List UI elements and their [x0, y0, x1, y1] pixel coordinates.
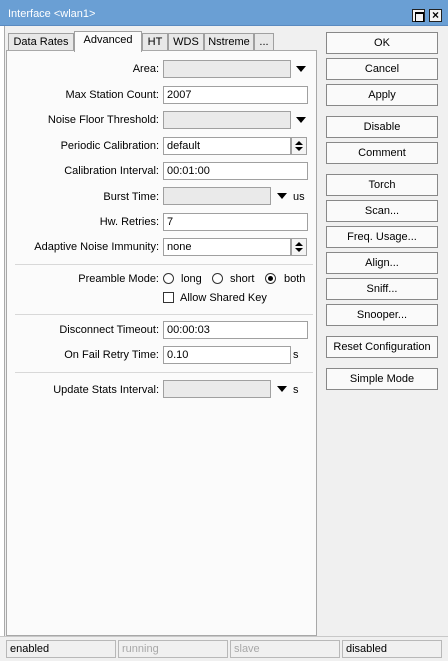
disconnect-timeout-input[interactable]: 00:00:03 [163, 321, 308, 339]
status-enabled: enabled [6, 640, 116, 658]
apply-button[interactable]: Apply [326, 84, 438, 106]
preamble-both-label: both [284, 273, 306, 285]
update-stats-interval-field[interactable] [163, 380, 271, 398]
maximize-icon[interactable] [412, 9, 425, 22]
align-button[interactable]: Align... [326, 252, 438, 274]
on-fail-retry-time-input[interactable]: 0.10 [163, 346, 291, 364]
update-stats-interval-label: Update Stats Interval: [53, 384, 159, 396]
scan-button[interactable]: Scan... [326, 200, 438, 222]
preamble-short-radio[interactable] [212, 273, 223, 284]
disable-button[interactable]: Disable [326, 116, 438, 138]
dropdown-arrow-icon[interactable] [296, 66, 306, 72]
hw-retries-label: Hw. Retries: [99, 216, 159, 228]
reset-configuration-button[interactable]: Reset Configuration [326, 336, 438, 358]
hw-retries-input[interactable]: 7 [163, 213, 308, 231]
sniff-button[interactable]: Sniff... [326, 278, 438, 300]
separator [15, 372, 313, 373]
burst-time-field[interactable] [163, 187, 271, 205]
area-label: Area: [132, 63, 159, 75]
preamble-both-radio[interactable] [265, 273, 276, 284]
preamble-long-radio[interactable] [163, 273, 174, 284]
status-running: running [118, 640, 228, 658]
freq-usage-button[interactable]: Freq. Usage... [326, 226, 438, 248]
allow-shared-key-checkbox[interactable] [163, 292, 174, 303]
disconnect-timeout-label: Disconnect Timeout: [59, 324, 159, 336]
dropdown-arrow-icon[interactable] [296, 117, 306, 123]
status-slave: slave [230, 640, 340, 658]
ok-button[interactable]: OK [326, 32, 438, 54]
preamble-mode-label: Preamble Mode: [78, 273, 159, 285]
adaptive-noise-immunity-label: Adaptive Noise Immunity: [34, 241, 159, 253]
spinner-icon[interactable] [291, 238, 307, 256]
tab-data-rates[interactable]: Data Rates [8, 33, 74, 51]
snooper-button[interactable]: Snooper... [326, 304, 438, 326]
calibration-interval-input[interactable]: 00:01:00 [163, 162, 308, 180]
tab-nstreme[interactable]: Nstreme [204, 33, 254, 51]
on-fail-retry-time-label: On Fail Retry Time: [64, 349, 159, 361]
status-disabled: disabled [342, 640, 442, 658]
tab-advanced[interactable]: Advanced [74, 31, 142, 52]
adaptive-noise-immunity-select[interactable]: none [163, 238, 291, 256]
periodic-calibration-select[interactable]: default [163, 137, 291, 155]
burst-time-label: Burst Time: [103, 191, 159, 203]
max-station-count-label: Max Station Count: [65, 89, 159, 101]
max-station-count-input[interactable]: 2007 [163, 86, 308, 104]
on-fail-retry-time-unit: s [293, 349, 299, 361]
preamble-short-label: short [230, 273, 255, 285]
tab-more[interactable]: ... [254, 33, 274, 51]
separator [15, 264, 313, 265]
window-title: Interface <wlan1> [8, 8, 96, 20]
allow-shared-key-label: Allow Shared Key [180, 292, 267, 304]
status-bar: enabled running slave disabled [0, 636, 448, 661]
dropdown-arrow-icon[interactable] [277, 193, 287, 199]
separator [15, 314, 313, 315]
simple-mode-button[interactable]: Simple Mode [326, 368, 438, 390]
tab-ht[interactable]: HT [142, 33, 168, 51]
torch-button[interactable]: Torch [326, 174, 438, 196]
tab-wds[interactable]: WDS [168, 33, 204, 51]
dropdown-arrow-icon[interactable] [277, 386, 287, 392]
advanced-panel: Area: Max Station Count: 2007 Noise Floo… [6, 50, 317, 636]
area-field[interactable] [163, 60, 291, 78]
cancel-button[interactable]: Cancel [326, 58, 438, 80]
window-titlebar[interactable]: Interface <wlan1> × [0, 0, 448, 26]
spinner-icon[interactable] [291, 137, 307, 155]
periodic-calibration-label: Periodic Calibration: [60, 140, 159, 152]
close-icon[interactable]: × [429, 9, 442, 22]
preamble-long-label: long [181, 273, 202, 285]
calibration-interval-label: Calibration Interval: [64, 165, 159, 177]
update-stats-interval-unit: s [293, 384, 299, 396]
noise-floor-threshold-label: Noise Floor Threshold: [47, 114, 159, 126]
burst-time-unit: us [293, 191, 305, 203]
noise-floor-threshold-field[interactable] [163, 111, 291, 129]
comment-button[interactable]: Comment [326, 142, 438, 164]
left-edge [0, 26, 5, 636]
